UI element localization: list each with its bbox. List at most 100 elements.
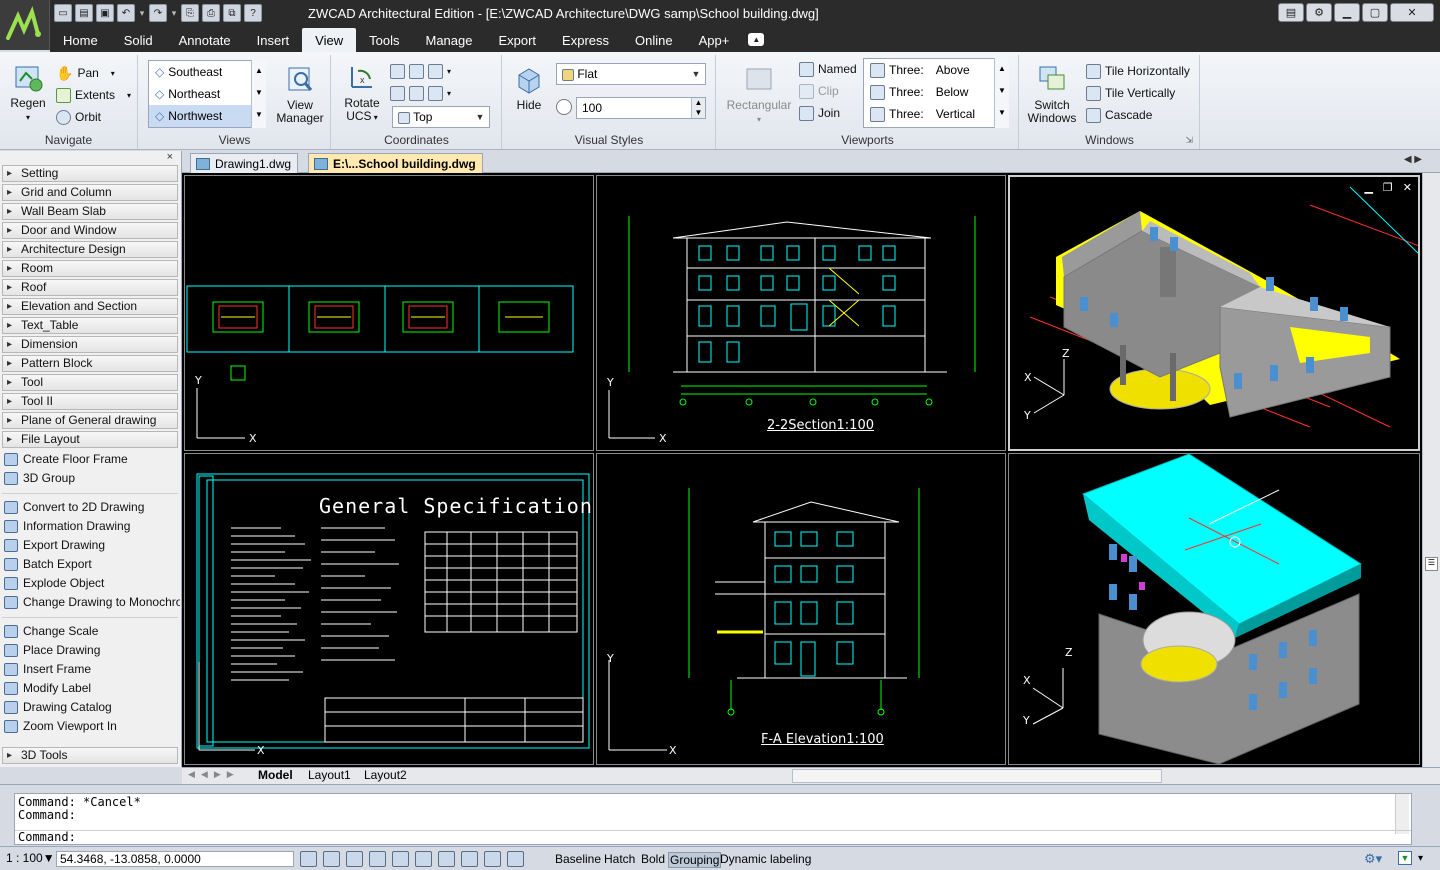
ortho-icon[interactable] <box>346 851 363 867</box>
viewport-config-scroll[interactable]: ▲ ▼ ▼ <box>994 58 1009 128</box>
tile-horizontally-button[interactable]: Tile Horizontally <box>1086 61 1190 81</box>
viewport-config-below[interactable]: Three: Below <box>864 81 1008 103</box>
layout-tab-layout2[interactable]: Layout2 <box>360 768 411 784</box>
command-area[interactable]: Command: *Cancel* Command: Command: <box>14 793 1412 845</box>
clip-viewport-button[interactable]: Clip <box>799 81 839 101</box>
palette-item[interactable]: Batch Export <box>2 555 180 574</box>
selection-cycling-icon[interactable] <box>507 851 524 867</box>
cascade-button[interactable]: Cascade <box>1086 105 1152 125</box>
close-button[interactable]: ✕ <box>1390 3 1434 22</box>
palette-item[interactable]: Change Scale <box>2 622 180 641</box>
ribbon-options-icon[interactable]: ▤ <box>1278 3 1304 22</box>
tab-manage[interactable]: Manage <box>412 28 485 52</box>
palette-category[interactable]: Pattern Block <box>2 355 178 372</box>
switch-windows-button[interactable]: Switch Windows <box>1024 63 1080 125</box>
join-viewport-button[interactable]: Join <box>799 103 840 123</box>
maximize-button[interactable]: ▢ <box>1362 3 1388 22</box>
ucs-world-icon[interactable] <box>390 63 405 79</box>
palette-category[interactable]: Text_Table <box>2 317 178 334</box>
toggle-hatch[interactable]: Hatch <box>603 852 636 868</box>
annotation-scale[interactable]: 1 : 100▼ <box>6 851 55 867</box>
otrack-icon[interactable] <box>415 851 432 867</box>
doc-tab-drawing1[interactable]: Drawing1.dwg <box>190 153 299 173</box>
hide-button[interactable]: Hide <box>509 63 549 112</box>
tile-vertically-button[interactable]: Tile Vertically <box>1086 83 1175 103</box>
lineweight-icon[interactable] <box>461 851 478 867</box>
palette-category[interactable]: Wall Beam Slab <box>2 203 178 220</box>
gear-icon[interactable]: ⚙▾ <box>1364 851 1382 867</box>
palette-item[interactable]: 3D Group <box>2 469 180 488</box>
ucs-object-icon[interactable] <box>409 85 424 101</box>
doc-tab-nav-icon[interactable]: ◀ ▶ <box>1404 154 1422 165</box>
tab-export[interactable]: Export <box>485 28 549 52</box>
vertical-scrollbar[interactable]: ☰ <box>1422 173 1440 767</box>
viewport-config-list[interactable]: Three: Above Three: Below Three: Vertical <box>863 58 1009 128</box>
ucs-dropdown-icon[interactable]: ▾ <box>447 67 451 76</box>
ucs-combo[interactable]: Top ▼ <box>392 106 490 128</box>
opacity-stepper[interactable]: ▲ ▼ <box>691 98 705 118</box>
tab-online[interactable]: Online <box>622 28 686 52</box>
palette-category[interactable]: Tool <box>2 374 178 391</box>
tab-insert[interactable]: Insert <box>244 28 303 52</box>
view-item-northeast[interactable]: ◇ Northeast <box>149 83 265 105</box>
visual-style-combo[interactable]: Flat ▼ <box>556 63 706 85</box>
tab-view[interactable]: View <box>302 28 357 52</box>
osnap-icon[interactable] <box>392 851 409 867</box>
dialog-launcher-icon[interactable]: ⇲ <box>1185 135 1193 146</box>
layout-tab-layout1[interactable]: Layout1 <box>304 768 355 784</box>
ribbon-collapse-icon[interactable]: ▲ <box>748 33 765 46</box>
tab-home[interactable]: Home <box>50 28 111 52</box>
palette-category[interactable]: Architecture Design <box>2 241 178 258</box>
viewport-plans[interactable]: Y X <box>184 175 594 451</box>
palette-item[interactable]: Place Drawing <box>2 641 180 660</box>
quick-props-icon[interactable] <box>484 851 501 867</box>
workspace-icon[interactable]: ⚙ <box>1306 3 1332 22</box>
ucs-origin-icon[interactable] <box>409 63 424 79</box>
status-menu-icon[interactable]: ▾ <box>1418 851 1423 867</box>
tab-annotate[interactable]: Annotate <box>166 28 244 52</box>
minimize-button[interactable]: ▁ <box>1334 3 1360 22</box>
command-input[interactable]: Command: <box>15 830 1411 844</box>
polar-icon[interactable] <box>369 851 386 867</box>
publish-icon[interactable]: ⧉ <box>223 4 241 22</box>
palette-category[interactable]: Door and Window <box>2 222 178 239</box>
palette-category[interactable]: Room <box>2 260 178 277</box>
viewport-3d-roof[interactable]: Z X Y <box>1008 453 1420 765</box>
rectangular-button[interactable]: Rectangular ▾ <box>723 63 795 126</box>
tab-solid[interactable]: Solid <box>111 28 166 52</box>
extents-button[interactable]: Extents ▾ <box>56 85 131 105</box>
ucs-zaxis-icon[interactable] <box>428 63 443 79</box>
viewport-3d-model-active[interactable]: ▁ ❐ ✕ Z X Y <box>1008 175 1420 451</box>
app-logo[interactable] <box>0 0 50 50</box>
palette-item[interactable]: Export Drawing <box>2 536 180 555</box>
views-list[interactable]: ◇ Southeast ◇ Northeast ◇ Northwest <box>148 60 266 128</box>
palette-category-3d-tools[interactable]: 3D Tools <box>2 747 178 764</box>
toggle-dynamic-labeling[interactable]: Dynamic labeling <box>719 852 812 868</box>
rotate-ucs-button[interactable]: x Rotate UCS ▾ <box>340 61 384 124</box>
ucs-3point-icon[interactable] <box>390 85 405 101</box>
layout-tab-model[interactable]: Model <box>254 768 297 784</box>
doc-tab-school-building[interactable]: E:\...School building.dwg <box>308 153 483 173</box>
regen-button[interactable]: Regen ▾ <box>8 61 48 124</box>
palette-category[interactable]: Tool II <box>2 393 178 410</box>
help-icon[interactable]: ? <box>244 4 262 22</box>
tray-settings-icon[interactable]: ▼ <box>1398 851 1412 865</box>
view-manager-button[interactable]: View Manager <box>275 63 325 125</box>
undo-dropdown-icon[interactable]: ▾ <box>138 4 146 22</box>
tab-express[interactable]: Express <box>549 28 622 52</box>
view-item-northwest[interactable]: ◇ Northwest <box>149 105 265 127</box>
orbit-button[interactable]: Orbit <box>56 107 101 127</box>
palette-category[interactable]: Dimension <box>2 336 178 353</box>
scroll-thumb[interactable]: ☰ <box>1425 557 1438 571</box>
tab-tools[interactable]: Tools <box>356 28 412 52</box>
view-item-southeast[interactable]: ◇ Southeast <box>149 61 265 83</box>
palette-category[interactable]: Elevation and Section <box>2 298 178 315</box>
tab-app-plus[interactable]: App+ <box>686 28 743 52</box>
palette-category-file-layout[interactable]: File Layout <box>2 431 178 448</box>
opacity-input[interactable]: 100 ▲ ▼ <box>576 97 706 119</box>
toggle-bold[interactable]: Bold <box>640 852 666 868</box>
redo-icon[interactable]: ↷ <box>149 4 167 22</box>
ucs-dropdown-icon[interactable]: ▾ <box>447 89 451 98</box>
palette-item[interactable]: Modify Label <box>2 679 180 698</box>
close-icon[interactable]: × <box>167 151 173 163</box>
